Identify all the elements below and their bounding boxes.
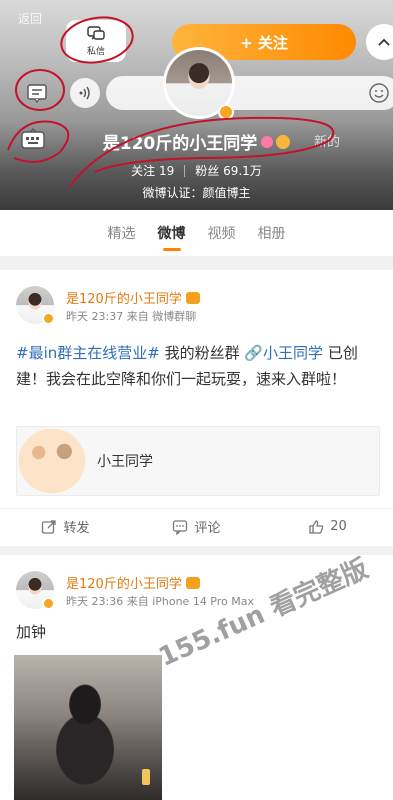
list-icon [27,84,47,103]
follow-count[interactable]: 关注 19 [131,162,174,179]
profile-name: 是120斤的小王同学 [102,134,258,154]
back-button[interactable]: 返回 [18,10,42,27]
female-badge-icon [261,135,274,148]
crown-icon [185,576,200,589]
post-text: 加钟 [16,623,47,641]
group-card[interactable]: 小王同学 [16,426,380,496]
crown-badge-icon [276,134,291,149]
message-button[interactable]: 私信 [66,20,126,62]
comment-icon [173,519,188,535]
message-icon [87,25,105,40]
chevron-up-icon [378,38,390,46]
repost-icon [42,519,57,534]
tab-album[interactable]: 相册 [258,223,286,243]
thumbs-up-icon [309,519,324,534]
verified-badge-icon [42,597,55,610]
stats-divider [184,164,186,177]
topic-link[interactable]: #最in群主在线营业# [16,344,160,362]
post-meta: 昨天 23:37 来自 微博群聊 [66,310,197,323]
post-author-name: 是120斤的小王同学 [66,577,182,592]
like-count: 20 [330,519,347,534]
tab-weibo[interactable]: 微博 [158,223,186,243]
post-text-part: 我的粉丝群 [159,344,245,362]
fans-count[interactable]: 粉丝 69.1万 [195,162,262,179]
message-input[interactable] [106,76,393,110]
tab-featured[interactable]: 精选 [108,223,136,243]
comment-button[interactable]: 评论 [131,509,262,544]
repost-label: 转发 [63,521,90,536]
verified-badge-icon [42,312,55,325]
like-button[interactable]: 20 [262,509,393,544]
post-author[interactable]: 是120斤的小王同学 [66,573,200,592]
photo-lamp-detail [142,769,150,785]
group-link[interactable]: 🔗小王同学 [244,344,323,362]
post-photo[interactable] [14,655,162,800]
post-actions: 转发 评论 20 [0,508,393,544]
group-avatar-icon [18,428,86,494]
profile-stats: 关注 19 粉丝 69.1万 [0,162,393,179]
more-button[interactable] [366,24,393,60]
verified-badge-icon [218,104,234,120]
message-label: 私信 [86,46,105,57]
post-author-name: 是120斤的小王同学 [66,292,182,307]
list-button[interactable] [20,78,54,108]
crown-icon [185,291,200,304]
profile-header: 返回 私信 + 关注 是120斤的小王同学 新的 关注 19 粉丝 69.1万 … [0,0,393,210]
repost-button[interactable]: 转发 [0,509,131,544]
profile-page: 返回 私信 + 关注 是120斤的小王同学 新的 关注 19 粉丝 69.1万 … [0,0,393,800]
comment-label: 评论 [194,521,221,536]
voice-button[interactable] [70,78,100,108]
post-text: #最in群主在线营业# 我的粉丝群 🔗小王同学 已创建！我会在此空降和你们一起玩… [16,340,378,392]
tab-video[interactable]: 视频 [208,223,236,243]
voice-icon [79,86,90,100]
feed-post: 是120斤的小王同学 昨天 23:37 来自 微博群聊 #最in群主在线营业# … [0,270,393,546]
new-tag: 新的 [314,135,341,150]
emoji-icon[interactable] [368,82,390,104]
certification-text: 微博认证：颜值博主 [142,186,251,200]
post-author[interactable]: 是120斤的小王同学 [66,288,200,307]
group-card-title: 小王同学 [97,454,153,470]
profile-tabs: 精选 微博 视频 相册 [0,210,393,256]
